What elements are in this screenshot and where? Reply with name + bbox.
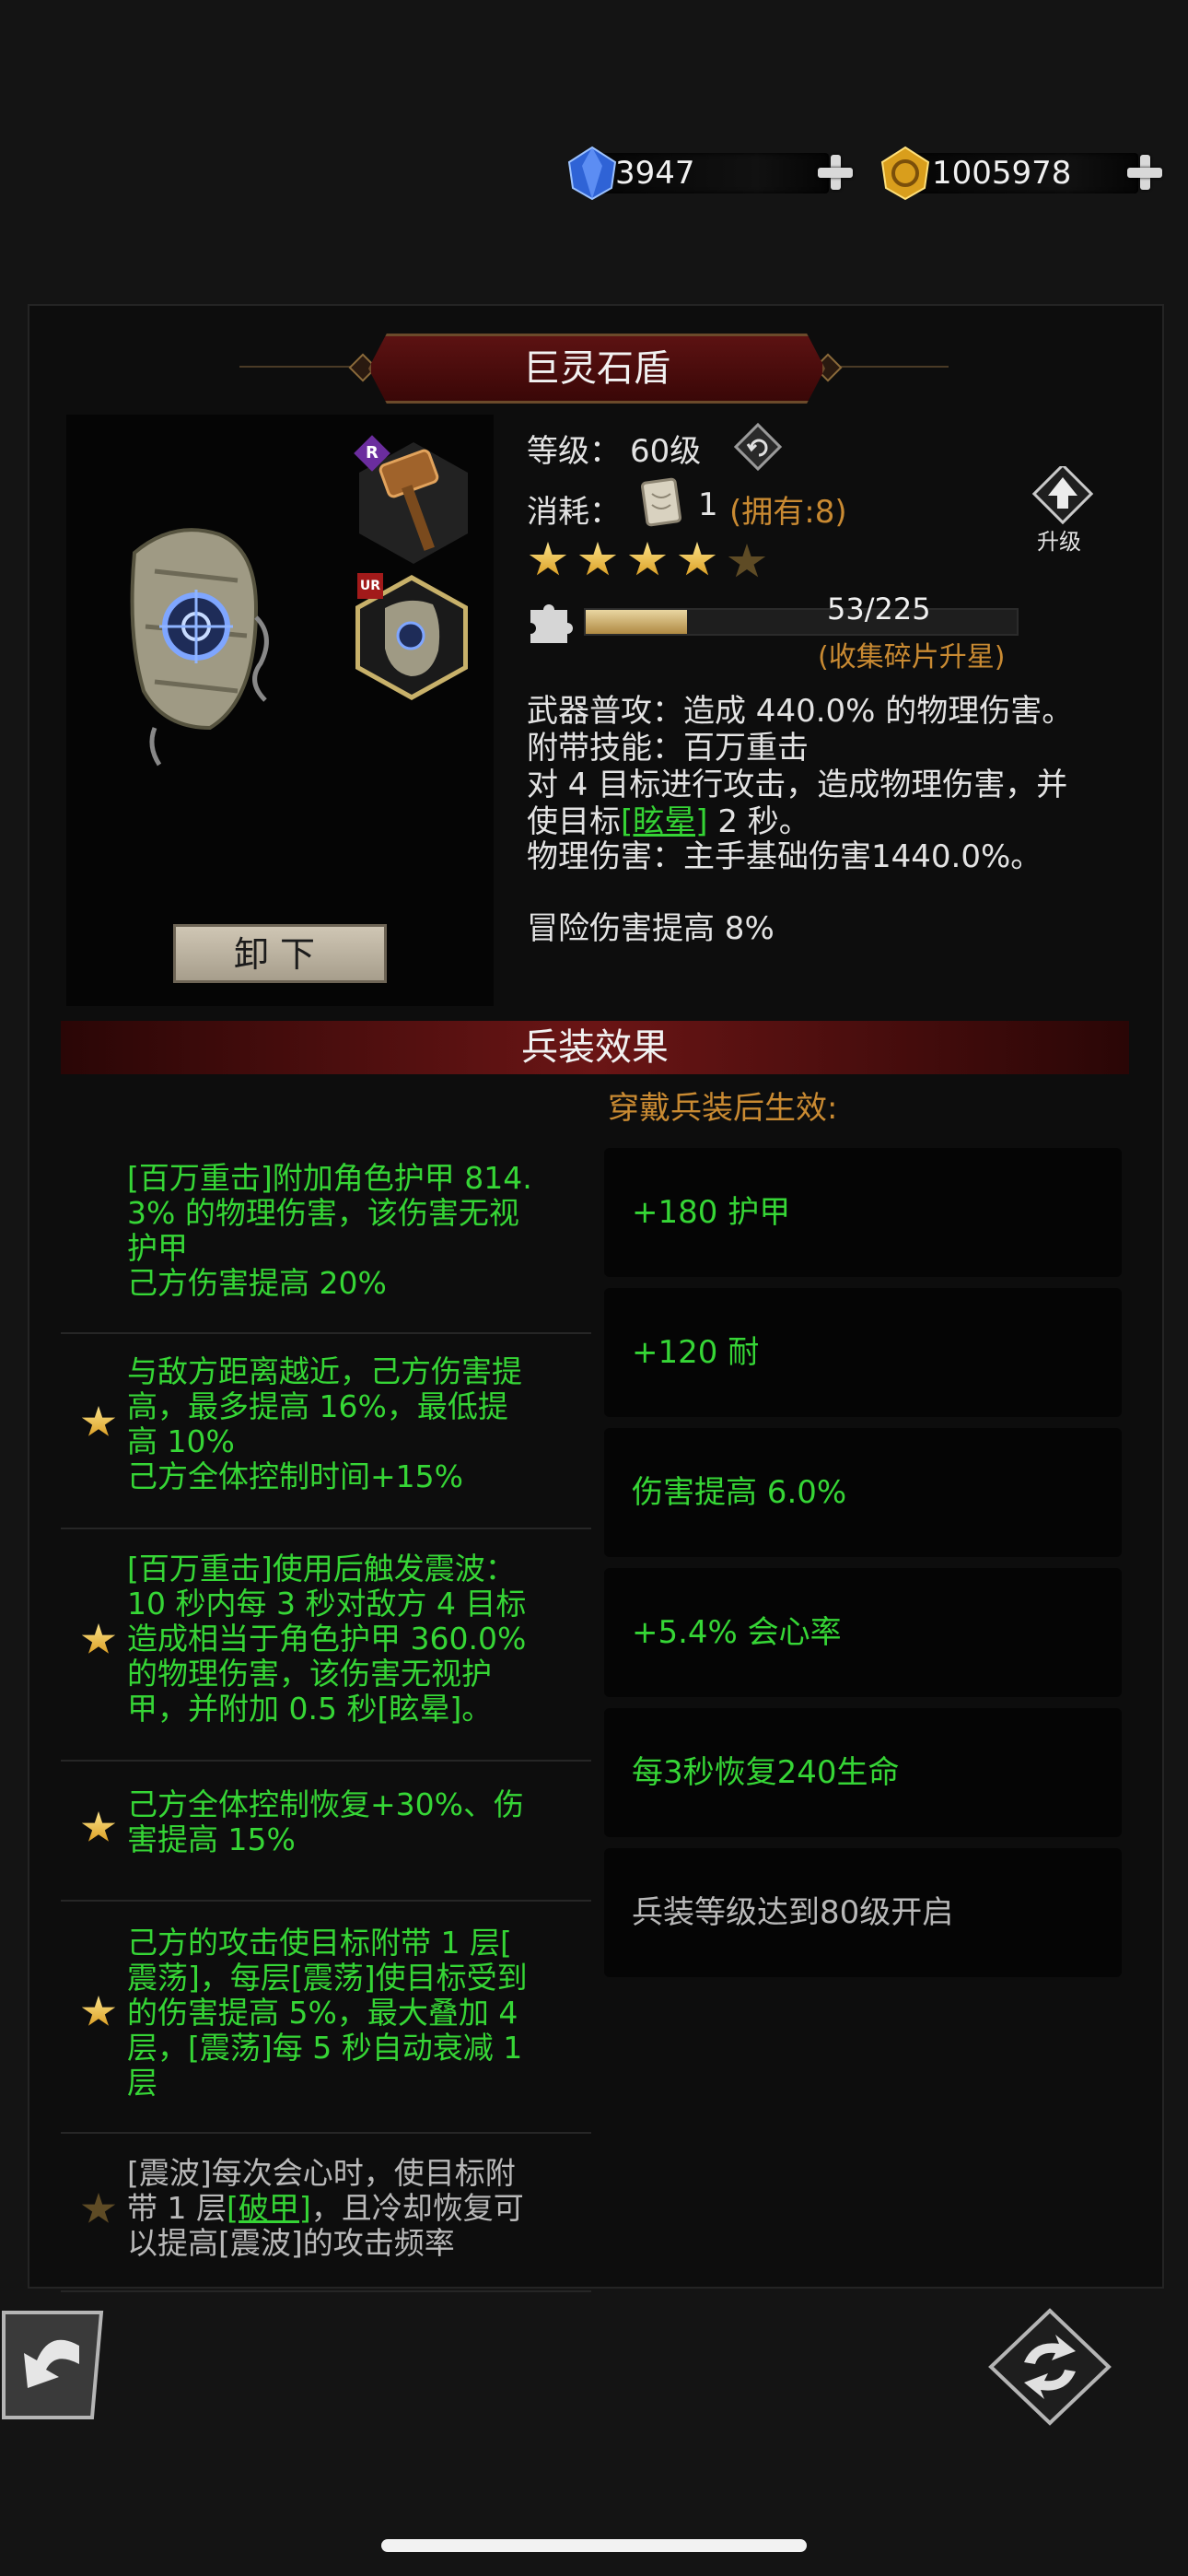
armor-break-link[interactable]: [破甲]: [227, 2190, 311, 2226]
effect-4-star-icon: [81, 1811, 116, 1842]
fragment-hint: (收集碎片升星): [818, 641, 1006, 673]
stat-3-text: 伤害提高 6.0%: [632, 1474, 847, 1511]
hammer-icon: [379, 449, 439, 551]
effect-2-line-1: 与敌方距离越近，己方伤害提: [127, 1353, 522, 1389]
effect-item-2: 与敌方距离越近，己方伤害提 高，最多提高 16%，最低提 高 10% 己方全体控…: [61, 1334, 591, 1529]
fragment-progress-fill: [586, 610, 688, 634]
effect-3-line-2: 10 秒内每 3 秒对敌方 4 目标: [127, 1586, 527, 1622]
switch-button[interactable]: [987, 2307, 1112, 2427]
effect-2-star-icon: [81, 1406, 116, 1436]
stat-box-2: +120 耐: [604, 1288, 1122, 1417]
effect-5-line-5: 层: [127, 2065, 157, 2101]
effect-3-line-4: 的物理伤害，该伤害无视护: [127, 1656, 492, 1692]
scroll-material-icon: [640, 477, 682, 527]
cost-count: 1: [698, 486, 718, 523]
effect-5-line-3: 的伤害提高 5%，最大叠加 4: [127, 1995, 518, 2031]
effect-6-line-2-pre: 带 1 层: [127, 2190, 227, 2226]
effect-4-line-2: 害提高 15%: [127, 1821, 296, 1857]
stat-box-3: 伤害提高 6.0%: [604, 1428, 1122, 1557]
effect-3-text: [百万重击]使用后触发震波： 10 秒内每 3 秒对敌方 4 目标 造成相当于角…: [127, 1551, 591, 1727]
effect-1-line-3: 护甲: [127, 1230, 188, 1266]
gems-currency: 3947: [562, 146, 856, 201]
effect-4-text: 己方全体控制恢复+30%、伤 害提高 15%: [127, 1787, 591, 1857]
stat-box-5: 每3秒恢复240生命: [604, 1708, 1122, 1837]
owned-count: (拥有:8): [729, 494, 847, 531]
puzzle-piece-icon: [530, 604, 573, 643]
effect-1-text: [百万重击]附加角色护甲 814. 3% 的物理伤害，该伤害无视 护甲 己方伤害…: [127, 1161, 591, 1301]
unequip-button[interactable]: 卸下: [173, 924, 387, 983]
level-label: 等级：: [527, 433, 621, 470]
level-value: 60级: [630, 433, 702, 470]
effect-1-line-2: 3% 的物理伤害，该伤害无视: [127, 1195, 519, 1231]
effect-5-line-4: 层，[震荡]每 5 秒自动衰减 1: [127, 2030, 523, 2066]
stat-1-text: +180 护甲: [632, 1194, 791, 1231]
rarity-badge-ur: UR: [357, 573, 383, 599]
gold-currency: 1005978: [877, 146, 1166, 201]
desc-line-5: 物理伤害：主手基础伤害1440.0%。: [527, 838, 1042, 875]
stone-shield-image: [130, 528, 269, 767]
stat-4-text: +5.4% 会心率: [632, 1614, 842, 1651]
effect-6-line-3: 以提高[震波]的攻击频率: [127, 2225, 455, 2261]
effect-6-star-icon: [81, 2193, 116, 2223]
stat-2-text: +120 耐: [632, 1334, 760, 1371]
bonus-text: 冒险伤害提高 8%: [527, 910, 775, 947]
effect-3-line-1: [百万重击]使用后触发震波：: [127, 1551, 516, 1587]
effect-5-line-2: 震荡]，每层[震荡]使目标受到: [127, 1960, 528, 1996]
stat-box-6: 兵装等级达到80级开启: [604, 1848, 1122, 1977]
upgrade-label[interactable]: 升级: [1037, 523, 1081, 556]
effect-1-line-4: 己方伤害提高 20%: [127, 1265, 387, 1301]
stat-box-1: +180 护甲: [604, 1148, 1122, 1277]
effects-header: 兵装效果: [61, 1021, 1129, 1074]
effect-6-line-1: [震波]每次会心时，使目标附: [127, 2155, 516, 2191]
effect-5-text: 己方的攻击使目标附带 1 层[ 震荡]，每层[震荡]使目标受到 的伤害提高 5%…: [127, 1926, 591, 2101]
fragment-progress: [584, 608, 1019, 636]
gems-value: 3947: [615, 155, 695, 192]
gold-coin-icon: [880, 146, 930, 201]
effect-2-line-3: 高 10%: [127, 1423, 235, 1459]
stat-box-4: +5.4% 会心率: [604, 1568, 1122, 1697]
effect-5-star-icon: [81, 1996, 116, 2026]
shield-thumb-icon: [385, 600, 440, 676]
fragment-count: 53/225: [827, 591, 931, 626]
effect-2-text: 与敌方距离越近，己方伤害提 高，最多提高 16%，最低提 高 10% 己方全体控…: [127, 1354, 591, 1494]
blue-gem-icon: [567, 146, 617, 201]
effect-6-line-2: 带 1 层[破甲]，且冷却恢复可: [127, 2191, 591, 2226]
stat-6-text: 兵装等级达到80级开启: [632, 1894, 954, 1931]
effect-3-star-icon: [81, 1623, 116, 1654]
cost-label: 消耗：: [527, 494, 621, 531]
effect-2-line-2: 高，最多提高 16%，最低提: [127, 1388, 508, 1424]
reset-icon[interactable]: [733, 422, 783, 472]
gold-value: 1005978: [932, 155, 1072, 192]
effect-6-line-2-post: ，且冷却恢复可: [310, 2190, 524, 2226]
effect-4-line-1: 己方全体控制恢复+30%、伤: [127, 1786, 524, 1822]
effect-item-1: [百万重击]附加角色护甲 814. 3% 的物理伤害，该伤害无视 护甲 己方伤害…: [61, 1142, 591, 1334]
effect-2-line-4: 己方全体控制时间+15%: [127, 1458, 463, 1494]
item-title: 巨灵石盾: [368, 334, 825, 404]
effect-5-line-1: 己方的攻击使目标附带 1 层[: [127, 1925, 512, 1961]
effects-subtitle: 穿戴兵装后生效:: [608, 1090, 838, 1127]
effect-3-line-3: 造成相当于角色护甲 360.0%: [127, 1621, 527, 1657]
effect-6-text: [震波]每次会心时，使目标附 带 1 层[破甲]，且冷却恢复可 以提高[震波]的…: [127, 2156, 591, 2261]
add-gems-button[interactable]: [814, 151, 856, 193]
effect-item-6: [震波]每次会心时，使目标附 带 1 层[破甲]，且冷却恢复可 以提高[震波]的…: [61, 2134, 591, 2292]
effect-item-5: 己方的攻击使目标附带 1 层[ 震荡]，每层[震荡]使目标受到 的伤害提高 5%…: [61, 1902, 591, 2134]
stat-5-text: 每3秒恢复240生命: [632, 1754, 900, 1791]
effect-item-4: 己方全体控制恢复+30%、伤 害提高 15%: [61, 1762, 591, 1902]
effect-3-line-5: 甲，并附加 0.5 秒[眩晕]。: [127, 1691, 493, 1727]
effect-item-3: [百万重击]使用后触发震波： 10 秒内每 3 秒对敌方 4 目标 造成相当于角…: [61, 1529, 591, 1762]
effect-1-line-1: [百万重击]附加角色护甲 814.: [127, 1160, 532, 1196]
add-gold-button[interactable]: [1124, 151, 1166, 193]
back-button[interactable]: [0, 2309, 111, 2423]
home-indicator[interactable]: [381, 2539, 807, 2552]
